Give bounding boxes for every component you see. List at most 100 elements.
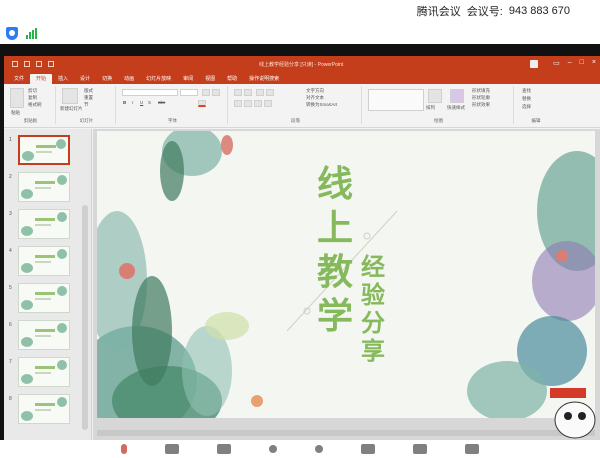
maximize-icon[interactable]: □ bbox=[580, 59, 584, 67]
shape-outline-button[interactable]: 形状轮廓 bbox=[472, 95, 490, 101]
slide-thumbnail[interactable] bbox=[18, 394, 70, 424]
participants-icon[interactable] bbox=[315, 445, 323, 453]
cut-button[interactable]: 剪切 bbox=[28, 88, 37, 94]
apps-icon[interactable] bbox=[413, 444, 427, 454]
format-painter-button[interactable]: 格式刷 bbox=[28, 102, 42, 108]
font-color-icon[interactable] bbox=[198, 100, 206, 107]
tab-7[interactable]: 审阅 bbox=[177, 74, 199, 84]
paste-label[interactable]: 粘贴 bbox=[11, 110, 20, 116]
bullets-icon[interactable] bbox=[234, 89, 242, 96]
arrange-label[interactable]: 排列 bbox=[426, 105, 435, 111]
close-icon[interactable]: × bbox=[592, 59, 596, 67]
minimize-icon[interactable]: – bbox=[568, 59, 572, 67]
arrange-icon[interactable] bbox=[428, 89, 442, 103]
reset-button[interactable]: 重置 bbox=[84, 95, 93, 101]
group-slides: 新建幻灯片 版式 重置 节 幻灯片 bbox=[58, 86, 116, 124]
new-slide-label[interactable]: 新建幻灯片 bbox=[60, 106, 83, 112]
tab-9[interactable]: 帮助 bbox=[221, 74, 243, 84]
group-paragraph: 文字方向 对齐文本 转换为SmartArt 段落 bbox=[230, 86, 362, 124]
tab-1[interactable]: 开始 bbox=[30, 74, 53, 84]
strikethrough-icon[interactable]: abc bbox=[158, 100, 165, 105]
more-icon[interactable] bbox=[465, 444, 479, 454]
justify-icon[interactable] bbox=[264, 100, 272, 107]
meeting-header: 腾讯会议 会议号: 943 883 670 bbox=[0, 0, 600, 22]
font-name-select[interactable] bbox=[122, 89, 178, 96]
meeting-app-name: 腾讯会议 bbox=[416, 6, 461, 18]
avatar[interactable] bbox=[530, 60, 538, 68]
font-size-select[interactable] bbox=[180, 89, 198, 96]
numbering-icon[interactable] bbox=[244, 89, 252, 96]
undo-icon[interactable] bbox=[24, 61, 30, 67]
underline-icon[interactable]: U bbox=[140, 100, 143, 105]
align-left-icon[interactable] bbox=[234, 100, 242, 107]
customize-icon[interactable] bbox=[48, 61, 54, 67]
ppt-titlebar: 线上教学经验分享 [只读] - PowerPoint ▭ – □ × bbox=[4, 56, 600, 72]
shapes-gallery[interactable] bbox=[368, 89, 424, 111]
quick-styles-icon[interactable] bbox=[450, 89, 464, 103]
select-button[interactable]: 选择 bbox=[522, 104, 531, 110]
align-text-button[interactable]: 对齐文本 bbox=[306, 95, 324, 101]
meeting-id-value[interactable]: 943 883 670 bbox=[509, 5, 570, 17]
bold-icon[interactable]: B bbox=[123, 100, 126, 105]
slide-thumbnail[interactable] bbox=[18, 320, 70, 350]
chat-icon[interactable] bbox=[361, 444, 375, 454]
thumbnail-scrollbar[interactable] bbox=[82, 205, 88, 430]
align-center-icon[interactable] bbox=[244, 100, 252, 107]
current-slide[interactable]: 线 上 教 学 经 验 分 享 bbox=[97, 131, 595, 418]
shrink-font-icon[interactable] bbox=[212, 89, 220, 96]
group-font: B I U S abc 字体 bbox=[118, 86, 228, 124]
account-area[interactable] bbox=[530, 60, 538, 68]
horizontal-scrollbar[interactable] bbox=[97, 430, 595, 436]
shadow-icon[interactable]: S bbox=[148, 100, 151, 105]
network-signal-icon[interactable] bbox=[26, 27, 37, 39]
smartart-button[interactable]: 转换为SmartArt bbox=[306, 102, 337, 108]
group-label: 剪贴板 bbox=[23, 118, 38, 123]
share-screen-icon[interactable] bbox=[217, 444, 231, 454]
ribbon: 粘贴 剪切 复制 格式刷 剪贴板 新建幻灯片 版式 重置 节 幻灯片 B I U… bbox=[4, 84, 600, 128]
tab-2[interactable]: 插入 bbox=[52, 74, 74, 84]
paste-icon[interactable] bbox=[10, 88, 24, 108]
title-char: 线 bbox=[317, 164, 354, 205]
slide-number: 2 bbox=[9, 174, 12, 180]
video-icon[interactable] bbox=[165, 444, 179, 454]
indent-decrease-icon[interactable] bbox=[256, 89, 264, 96]
security-shield-icon[interactable] bbox=[6, 26, 18, 40]
mute-mic-icon[interactable] bbox=[121, 444, 127, 454]
ribbon-display-icon[interactable]: ▭ bbox=[553, 59, 560, 67]
slide-thumbnail[interactable] bbox=[18, 283, 70, 313]
slide-thumbnail[interactable] bbox=[18, 135, 70, 165]
slide-number: 4 bbox=[9, 248, 12, 254]
redo-icon[interactable] bbox=[36, 61, 42, 67]
text-direction-button[interactable]: 文字方向 bbox=[306, 88, 324, 94]
invite-icon[interactable] bbox=[269, 445, 277, 453]
layout-button[interactable]: 版式 bbox=[84, 88, 93, 94]
shape-effect-button[interactable]: 形状效果 bbox=[472, 102, 490, 108]
shape-fill-button[interactable]: 形状填充 bbox=[472, 88, 490, 94]
grow-font-icon[interactable] bbox=[202, 89, 210, 96]
group-clipboard: 粘贴 剪切 复制 格式刷 剪贴板 bbox=[6, 86, 56, 124]
slide-thumbnail[interactable] bbox=[18, 357, 70, 387]
meeting-id-label: 会议号: bbox=[466, 6, 503, 18]
tab-4[interactable]: 切换 bbox=[96, 74, 118, 84]
tab-10[interactable]: 操作说明搜索 bbox=[243, 74, 285, 84]
indent-increase-icon[interactable] bbox=[266, 89, 274, 96]
slide-number: 8 bbox=[9, 396, 12, 402]
quick-styles-label[interactable]: 快速样式 bbox=[447, 105, 465, 111]
tab-5[interactable]: 动画 bbox=[118, 74, 140, 84]
italic-icon[interactable]: I bbox=[132, 100, 133, 105]
find-button[interactable]: 查找 bbox=[522, 88, 531, 94]
tab-6[interactable]: 幻灯片放映 bbox=[140, 74, 177, 84]
slide-number: 3 bbox=[9, 211, 12, 217]
slide-thumbnail[interactable] bbox=[18, 246, 70, 276]
slide-thumbnail[interactable] bbox=[18, 209, 70, 239]
copy-button[interactable]: 复制 bbox=[28, 95, 37, 101]
new-slide-icon[interactable] bbox=[62, 88, 78, 104]
tab-3[interactable]: 设计 bbox=[74, 74, 96, 84]
save-icon[interactable] bbox=[12, 61, 18, 67]
align-right-icon[interactable] bbox=[254, 100, 262, 107]
slide-thumbnail[interactable] bbox=[18, 172, 70, 202]
tab-8[interactable]: 视图 bbox=[199, 74, 221, 84]
replace-button[interactable]: 替换 bbox=[522, 96, 531, 102]
section-button[interactable]: 节 bbox=[84, 102, 89, 108]
tab-0[interactable]: 文件 bbox=[8, 74, 30, 84]
